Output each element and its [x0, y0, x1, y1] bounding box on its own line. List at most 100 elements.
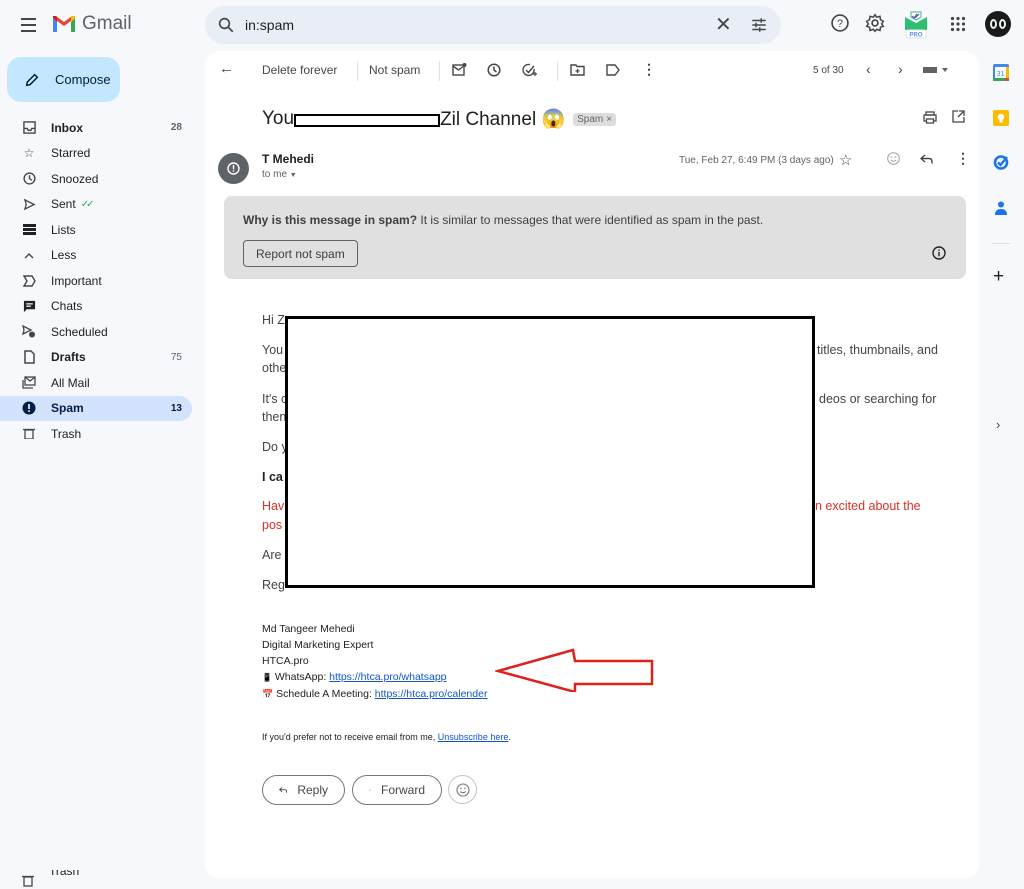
sidebar-item-all-mail[interactable]: All Mail [0, 370, 192, 396]
google-keep-icon[interactable] [993, 110, 1009, 126]
settings-gear-icon[interactable] [865, 13, 885, 33]
more-options-icon[interactable]: ⋮ [642, 61, 656, 78]
body-paragraph-1-line2: othe [262, 361, 287, 375]
sender-avatar[interactable] [218, 153, 249, 184]
warning-icon [227, 162, 240, 175]
sidebar-item-important[interactable]: Important [0, 268, 192, 294]
report-not-spam-button[interactable]: Report not spam [243, 240, 358, 267]
help-icon[interactable]: ? [830, 13, 850, 33]
chevron-up-icon [22, 248, 36, 262]
google-calendar-icon[interactable]: 31 [993, 64, 1009, 81]
toolbar-divider [557, 61, 558, 81]
sidebar-item-chats[interactable]: Chats [0, 294, 192, 320]
info-icon[interactable] [932, 246, 946, 260]
get-add-ons-plus-icon[interactable]: + [993, 267, 1004, 287]
star-icon: ☆ [23, 146, 35, 161]
sidebar-item-label: Sent [51, 197, 76, 212]
clock-icon [22, 172, 36, 186]
search-bar[interactable]: in:spam ✕ [205, 6, 781, 44]
sidebar-item-starred[interactable]: ☆ Starred [0, 141, 192, 167]
sidebar-item-less[interactable]: Less [0, 243, 192, 269]
gmail-logo[interactable]: Gmail [52, 13, 132, 35]
body-paragraph-5-line2: pos [262, 518, 283, 532]
sidebar-item-label: Snoozed [51, 171, 99, 186]
meeting-link[interactable]: https://htca.pro/calender [375, 688, 488, 700]
whatsapp-link[interactable]: https://htca.pro/whatsapp [329, 671, 446, 683]
compose-button[interactable]: Compose [7, 57, 120, 102]
sidebar-item-scheduled[interactable]: Scheduled [0, 319, 192, 345]
body-paragraph-2-end: deos or searching for [819, 392, 937, 406]
pencil-icon [25, 73, 39, 86]
search-icon[interactable] [217, 16, 235, 34]
forward-icon [369, 789, 371, 791]
svg-text:31: 31 [997, 71, 1005, 78]
recipient-details-toggle[interactable]: to me ▼ [262, 169, 297, 180]
mailtrack-pro-icon[interactable]: PRO [903, 9, 929, 39]
sidebar-item-inbox[interactable]: Inbox 28 [0, 115, 192, 141]
emoji-reaction-button[interactable] [448, 775, 477, 804]
reply-icon[interactable] [920, 154, 933, 164]
sidebar-item-trash-duplicate[interactable]: Trash [22, 870, 79, 889]
input-tools-icon[interactable] [923, 64, 949, 78]
show-side-panel-chevron-icon[interactable]: › [996, 417, 1000, 432]
spam-warning-banner: Why is this message in spam? It is simil… [224, 196, 966, 279]
search-options-icon[interactable] [750, 16, 768, 34]
message-date: Tue, Feb 27, 6:49 PM (3 days ago) [679, 155, 834, 166]
body-paragraph-5-start: Hav [262, 499, 285, 513]
unsubscribe-text: If you'd prefer not to receive email fro… [262, 732, 438, 742]
sidebar-item-label: Starred [51, 146, 91, 161]
sidebar-item-drafts[interactable]: Drafts 75 [0, 345, 192, 371]
more-options-icon[interactable]: ⋮ [956, 150, 970, 167]
sidebar-item-snoozed[interactable]: Snoozed [0, 166, 192, 192]
clear-search-icon[interactable]: ✕ [715, 15, 732, 35]
move-to-icon[interactable] [570, 64, 585, 76]
remove-label-icon[interactable]: × [606, 114, 612, 125]
google-tasks-icon[interactable] [993, 154, 1009, 170]
top-bar: Gmail in:spam ✕ ? PRO [0, 0, 1024, 50]
message-subject: You Zil Channel 😱 Spam × [262, 107, 617, 131]
search-input[interactable]: in:spam [245, 17, 294, 33]
apps-grid-icon[interactable] [950, 16, 966, 32]
whatsapp-label: WhatsApp: [274, 671, 330, 683]
sidebar-item-label: Lists [51, 222, 76, 237]
svg-text:PRO: PRO [909, 33, 922, 39]
print-icon[interactable] [923, 111, 937, 124]
unsubscribe-link[interactable]: Unsubscribe here [438, 732, 509, 742]
sidebar-item-label: Inbox [51, 120, 83, 135]
spam-label-chip[interactable]: Spam × [573, 112, 617, 126]
sidebar-item-lists[interactable]: Lists [0, 217, 192, 243]
back-arrow-icon[interactable]: ← [219, 60, 234, 77]
add-to-tasks-icon[interactable] [522, 63, 537, 78]
previous-icon[interactable]: ‹ [866, 61, 871, 77]
mark-unread-icon[interactable] [452, 63, 467, 76]
star-icon[interactable]: ☆ [839, 151, 852, 169]
sidebar-item-sent[interactable]: Sent ✓✓ [0, 192, 192, 218]
sidebar-item-trash[interactable]: Trash [0, 421, 192, 439]
next-icon[interactable]: › [898, 61, 903, 77]
spam-explanation-title: Why is this message in spam? [243, 213, 418, 227]
account-avatar[interactable] [985, 11, 1011, 37]
reply-button[interactable]: Reply [262, 775, 345, 805]
delete-forever-button[interactable]: Delete forever [262, 63, 337, 77]
scheduled-icon [22, 325, 36, 339]
message-toolbar: ← Delete forever Not spam ⋮ 5 of 30 ‹ › [205, 51, 979, 91]
snooze-clock-icon[interactable] [487, 63, 501, 77]
main-menu-button[interactable] [18, 14, 40, 36]
open-in-new-window-icon[interactable] [952, 110, 965, 123]
add-reaction-icon[interactable] [887, 152, 900, 165]
double-check-icon: ✓✓ [80, 198, 95, 210]
sidebar-item-spam[interactable]: Spam 13 [0, 395, 192, 421]
redaction-box [294, 114, 441, 127]
sidebar-item-label: All Mail [51, 375, 90, 390]
not-spam-button[interactable]: Not spam [369, 63, 420, 77]
toolbar-divider [357, 61, 358, 81]
inbox-icon [22, 121, 36, 135]
label-icon[interactable] [606, 64, 620, 76]
sidebar-item-label: Scheduled [51, 324, 108, 339]
forward-label: Forward [380, 783, 425, 797]
forward-button[interactable]: Forward [352, 775, 442, 805]
email-signature: Md Tangeer Mehedi Digital Marketing Expe… [262, 621, 487, 702]
app-name: Gmail [82, 13, 132, 34]
spam-explanation: Why is this message in spam? It is simil… [243, 213, 763, 227]
google-contacts-icon[interactable] [993, 200, 1009, 216]
